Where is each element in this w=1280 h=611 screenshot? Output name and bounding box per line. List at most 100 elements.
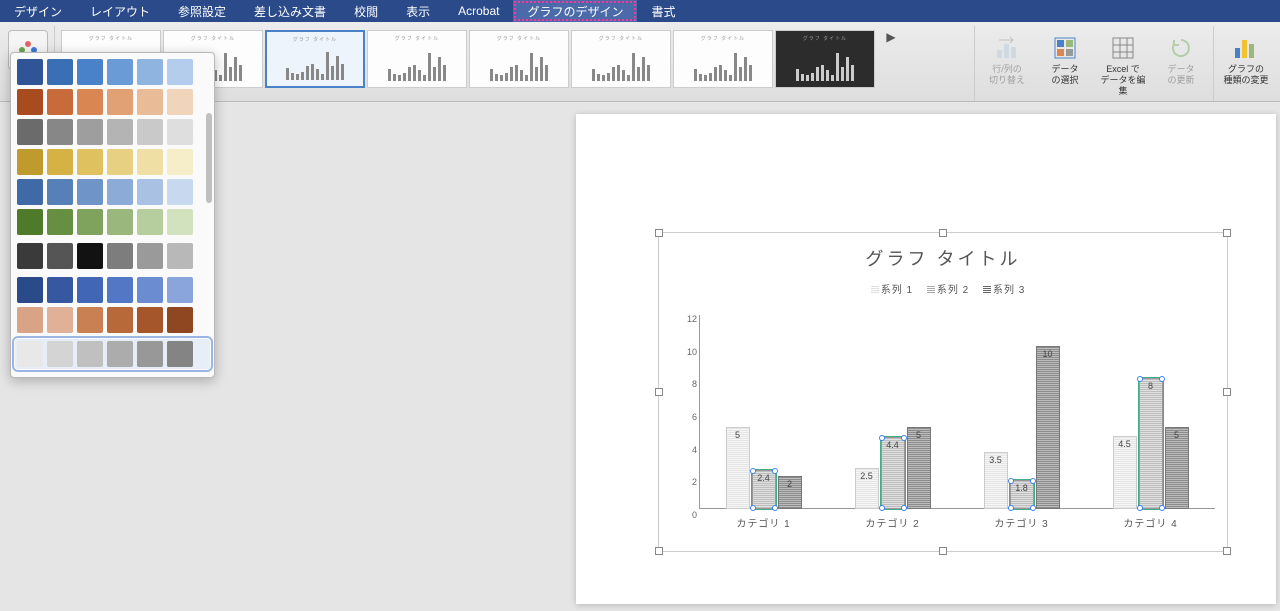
color-swatch[interactable]	[167, 307, 193, 333]
color-swatch[interactable]	[17, 277, 43, 303]
style-gallery-next-button[interactable]: ▶	[881, 30, 901, 44]
color-swatch[interactable]	[77, 307, 103, 333]
bar-series-2[interactable]: 4.4	[881, 313, 905, 509]
color-swatch[interactable]	[17, 243, 43, 269]
color-swatch[interactable]	[137, 119, 163, 145]
color-swatch[interactable]	[137, 277, 163, 303]
chart-style-thumb[interactable]: グラフ タイトル	[469, 30, 569, 88]
color-swatch[interactable]	[17, 341, 43, 367]
color-swatch[interactable]	[77, 243, 103, 269]
chart-style-thumb[interactable]: グラフ タイトル	[775, 30, 875, 88]
selection-handle[interactable]	[1008, 505, 1014, 511]
color-swatch[interactable]	[167, 277, 193, 303]
color-swatch[interactable]	[47, 149, 73, 175]
color-swatch[interactable]	[137, 243, 163, 269]
color-swatch[interactable]	[107, 341, 133, 367]
color-swatch[interactable]	[47, 89, 73, 115]
color-swatch[interactable]	[167, 119, 193, 145]
bar-series-2[interactable]: 1.8	[1010, 313, 1034, 509]
bar-series-2[interactable]: 8	[1139, 313, 1163, 509]
bar-series-2[interactable]: 2.4	[752, 313, 776, 509]
chart-style-thumb[interactable]: グラフ タイトル	[367, 30, 467, 88]
color-swatch[interactable]	[107, 209, 133, 235]
color-swatch[interactable]	[17, 307, 43, 333]
bar-series-3[interactable]: 5	[907, 313, 931, 509]
palette-row[interactable]	[15, 339, 210, 369]
color-swatch[interactable]	[167, 89, 193, 115]
resize-handle[interactable]	[655, 388, 663, 396]
color-swatch[interactable]	[137, 209, 163, 235]
color-swatch[interactable]	[107, 89, 133, 115]
menu-item-6[interactable]: Acrobat	[444, 0, 513, 22]
color-swatch[interactable]	[47, 341, 73, 367]
color-swatch[interactable]	[47, 277, 73, 303]
color-swatch[interactable]	[77, 149, 103, 175]
color-swatch[interactable]	[137, 59, 163, 85]
palette-row[interactable]	[17, 59, 208, 85]
bar-series-3[interactable]: 5	[1165, 313, 1189, 509]
color-swatch[interactable]	[167, 149, 193, 175]
chart-title[interactable]: グラフ タイトル	[659, 233, 1227, 271]
chart-style-thumb[interactable]: グラフ タイトル	[571, 30, 671, 88]
selection-handle[interactable]	[879, 505, 885, 511]
resize-handle[interactable]	[655, 229, 663, 237]
color-swatch[interactable]	[77, 277, 103, 303]
palette-row[interactable]	[17, 89, 208, 115]
color-swatch[interactable]	[17, 59, 43, 85]
color-swatch[interactable]	[17, 209, 43, 235]
resize-handle[interactable]	[1223, 229, 1231, 237]
selection-handle[interactable]	[879, 435, 885, 441]
color-swatch[interactable]	[167, 59, 193, 85]
selection-handle[interactable]	[1137, 376, 1143, 382]
palette-scrollbar[interactable]	[206, 73, 212, 357]
selection-handle[interactable]	[750, 505, 756, 511]
chart-legend[interactable]: 系列 1 系列 2 系列 3	[659, 281, 1227, 296]
palette-row[interactable]	[17, 243, 208, 269]
resize-handle[interactable]	[1223, 388, 1231, 396]
color-swatch[interactable]	[107, 59, 133, 85]
selection-handle[interactable]	[750, 468, 756, 474]
color-swatch[interactable]	[107, 119, 133, 145]
palette-row[interactable]	[17, 209, 208, 235]
color-swatch[interactable]	[107, 149, 133, 175]
color-swatch[interactable]	[47, 307, 73, 333]
color-swatch[interactable]	[137, 179, 163, 205]
change-chart-type-button[interactable]: グラフの 種類の変更	[1220, 30, 1272, 86]
select-data-button[interactable]: データ の選択	[1039, 30, 1091, 86]
color-swatch[interactable]	[137, 89, 163, 115]
color-swatch[interactable]	[107, 277, 133, 303]
color-swatch[interactable]	[167, 179, 193, 205]
color-swatch[interactable]	[137, 341, 163, 367]
bar-series-1[interactable]: 3.5	[984, 313, 1008, 509]
bar-series-1[interactable]: 5	[726, 313, 750, 509]
resize-handle[interactable]	[939, 547, 947, 555]
color-swatch[interactable]	[77, 341, 103, 367]
chart-object[interactable]: グラフ タイトル 系列 1 系列 2 系列 3 024681012 52.42カ…	[658, 232, 1228, 552]
color-swatch[interactable]	[77, 179, 103, 205]
menu-item-4[interactable]: 校閲	[340, 0, 392, 22]
bar-series-1[interactable]: 2.5	[855, 313, 879, 509]
menu-item-1[interactable]: レイアウト	[76, 0, 164, 22]
menu-item-3[interactable]: 差し込み文書	[240, 0, 340, 22]
edit-data-excel-button[interactable]: Excel で データを編集	[1097, 30, 1149, 96]
bar-series-3[interactable]: 2	[778, 313, 802, 509]
color-swatch[interactable]	[167, 341, 193, 367]
palette-row[interactable]	[17, 179, 208, 205]
color-swatch[interactable]	[137, 149, 163, 175]
color-swatch[interactable]	[77, 209, 103, 235]
color-swatch[interactable]	[47, 179, 73, 205]
color-swatch[interactable]	[47, 243, 73, 269]
chart-style-thumb[interactable]: グラフ タイトル	[673, 30, 773, 88]
color-swatch[interactable]	[167, 243, 193, 269]
color-swatch[interactable]	[77, 59, 103, 85]
palette-row[interactable]	[17, 149, 208, 175]
menu-item-2[interactable]: 参照設定	[164, 0, 240, 22]
color-swatch[interactable]	[47, 209, 73, 235]
chart-plot-area[interactable]: 024681012 52.42カテゴリ 12.54.45カテゴリ 23.51.8…	[699, 315, 1215, 509]
color-swatch[interactable]	[167, 209, 193, 235]
color-swatch[interactable]	[107, 307, 133, 333]
selection-handle[interactable]	[1137, 505, 1143, 511]
menu-item-8[interactable]: 書式	[637, 0, 689, 22]
color-palette-dropdown[interactable]	[10, 52, 215, 378]
color-swatch[interactable]	[77, 119, 103, 145]
